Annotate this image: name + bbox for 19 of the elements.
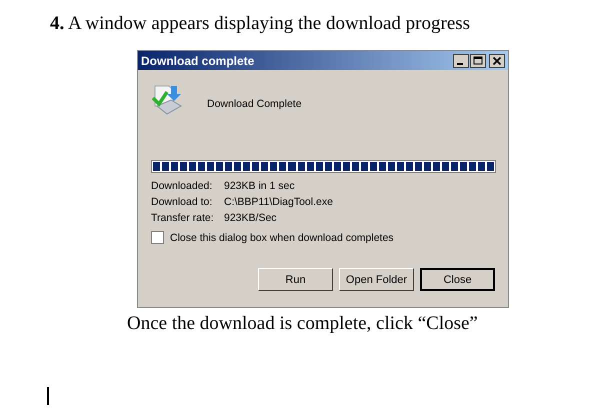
window-title: Download complete [141, 54, 254, 68]
detail-label: Download to: [151, 195, 214, 209]
checkbox-label[interactable]: Close this dialog box when download completes [170, 232, 394, 244]
dialog-button[interactable]: Run [258, 268, 333, 291]
detail-label: Transfer rate: [151, 211, 215, 225]
step-heading: 4. A window appears displaying the download progress [50, 13, 472, 35]
minimize-button[interactable] [453, 54, 469, 68]
detail-value: C:\BBP11\DiagTool.exe [224, 195, 334, 209]
dialog-button[interactable]: Close [420, 268, 495, 291]
detail-value: 923KB/Sec [224, 211, 278, 225]
dialog-button[interactable]: Open Folder [339, 268, 414, 291]
maximize-button[interactable] [470, 54, 486, 68]
status-message: Download Complete [207, 98, 302, 110]
checkbox[interactable] [151, 231, 164, 244]
detail-label: Downloaded: [151, 179, 214, 193]
close-button[interactable] [489, 54, 505, 68]
text-cursor [47, 387, 49, 405]
caption: Once the download is complete, click “Close” [127, 313, 479, 335]
detail-value: 923KB in 1 sec [224, 179, 296, 193]
